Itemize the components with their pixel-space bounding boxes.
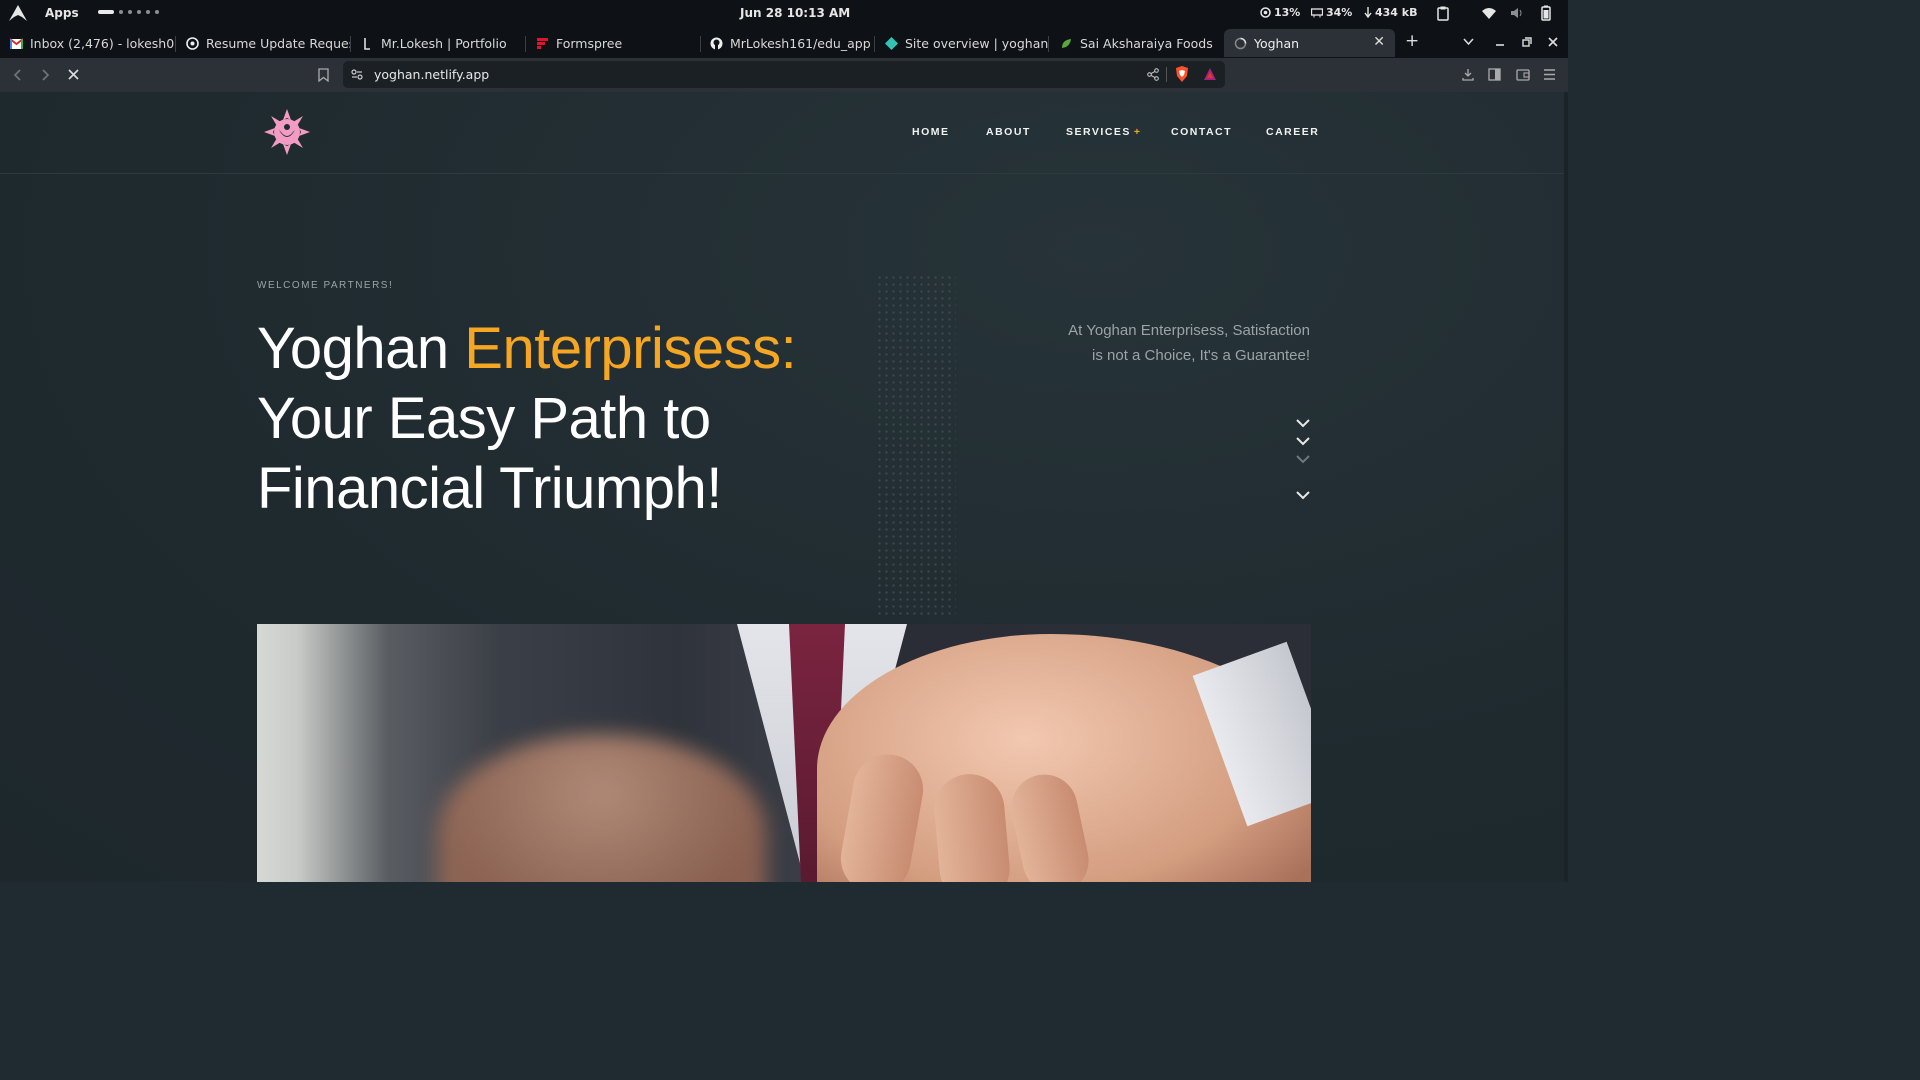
hero-heading-part2: Your Easy Path to Financial Triumph! (257, 386, 722, 521)
nav-career[interactable]: CAREER (1266, 126, 1319, 138)
brave-shield-icon[interactable] (1175, 66, 1189, 82)
tagline-line-2: is not a Choice, It's a Guarantee! (1092, 347, 1310, 364)
tab-search-chevron-icon[interactable] (1463, 38, 1474, 46)
hero-tagline: At Yoghan Enterprisess, Satisfaction is … (1000, 318, 1310, 368)
download-arrow-icon (1364, 7, 1372, 18)
tab-label: Sai Aksharaiya Foods (1080, 35, 1213, 51)
share-icon[interactable] (1147, 68, 1159, 81)
nav-services[interactable]: SERVICES + (1066, 126, 1142, 138)
nav-contact[interactable]: CONTACT (1171, 126, 1232, 138)
portfolio-icon (364, 37, 370, 50)
gmail-icon (10, 37, 23, 49)
hero-heading-part1: Yoghan (257, 316, 465, 381)
new-tab-icon[interactable]: + (1405, 31, 1419, 51)
maximize-icon[interactable] (1522, 37, 1532, 47)
apps-menu[interactable]: Apps (45, 6, 79, 20)
photo-left-hand (437, 734, 767, 882)
workspace-dot[interactable] (128, 10, 132, 14)
workspace-dot[interactable] (137, 10, 141, 14)
workspace-dot[interactable] (146, 10, 150, 14)
header-divider (0, 173, 1568, 174)
tab-label: Site overview | yoghan | N (905, 35, 1049, 51)
tab-yoghan[interactable]: Yoghan ✕ (1224, 29, 1395, 57)
close-tab-icon[interactable]: ✕ (1373, 34, 1385, 50)
forward-icon[interactable] (41, 69, 50, 81)
nav-services-label: SERVICES (1066, 126, 1131, 138)
welcome-eyebrow: WELCOME PARTNERS! (257, 280, 394, 291)
wallet-icon[interactable] (1516, 68, 1530, 81)
netlify-icon (885, 36, 898, 50)
volume-icon[interactable] (1509, 5, 1525, 21)
stop-loading-icon[interactable] (68, 69, 79, 80)
tab-label: Resume Update Request (206, 35, 351, 51)
cpu-value: 13% (1274, 6, 1301, 19)
tab-resume-update[interactable]: Resume Update Request (176, 29, 351, 57)
tab-formspree[interactable]: Formspree (526, 29, 701, 57)
system-top-bar: Apps Jun 28 10:13 AM 13% 34% 434 kB (0, 0, 1568, 26)
brave-rewards-icon[interactable] (1203, 67, 1217, 81)
url-bar-separator (1166, 67, 1167, 82)
tab-label: MrLokesh161/edu_app (730, 35, 871, 51)
network-value: 434 kB (1375, 6, 1418, 19)
memory-value: 34% (1326, 6, 1353, 19)
cpu-icon (1260, 7, 1271, 18)
workspace-dot[interactable] (98, 10, 114, 14)
close-window-icon[interactable] (1548, 37, 1558, 47)
site-settings-icon[interactable] (351, 69, 363, 80)
scroll-down-chevron-icon[interactable] (1296, 490, 1310, 500)
tab-label: Yoghan (1254, 35, 1300, 51)
menu-icon[interactable] (1543, 69, 1556, 80)
tab-separator (1048, 36, 1049, 52)
tab-gmail[interactable]: Inbox (2,476) - lokesh07 (0, 29, 176, 57)
hero-business-photo (257, 624, 1311, 882)
openai-icon (186, 36, 199, 50)
scroll-down-chevron-icon[interactable] (1296, 454, 1310, 464)
memory-usage: 34% (1311, 6, 1352, 19)
clipboard-icon[interactable] (1435, 5, 1451, 21)
hero-heading: Yoghan Enterprisess: Your Easy Path to F… (257, 314, 857, 524)
sidebar-icon[interactable] (1488, 68, 1501, 81)
yoghan-logo-icon[interactable] (263, 108, 311, 156)
wifi-icon[interactable] (1481, 5, 1497, 21)
web-page: HOME ABOUT SERVICES + CONTACT CAREER WELC… (0, 92, 1568, 882)
tab-label: Mr.Lokesh | Portfolio (381, 35, 507, 51)
memory-icon (1311, 7, 1323, 17)
tab-label: Inbox (2,476) - lokesh07 (30, 35, 176, 51)
nav-home[interactable]: HOME (912, 126, 950, 138)
browser-toolbar: yoghan.netlify.app (0, 58, 1568, 92)
nav-services-plus: + (1133, 126, 1142, 138)
bookmark-icon[interactable] (318, 68, 329, 82)
back-icon[interactable] (13, 69, 22, 81)
hero-heading-accent: Enterprisess: (464, 316, 797, 381)
tab-sai-aksharaiya[interactable]: Sai Aksharaiya Foods (1050, 29, 1224, 57)
url-text[interactable]: yoghan.netlify.app (374, 67, 489, 82)
workspace-indicator[interactable] (98, 10, 159, 14)
tab-github[interactable]: MrLokesh161/edu_app (700, 29, 875, 57)
clock[interactable]: Jun 28 10:13 AM (740, 6, 850, 20)
tab-netlify[interactable]: Site overview | yoghan | N (875, 29, 1049, 57)
minimize-icon[interactable] (1495, 37, 1505, 47)
scroll-down-chevron-icon[interactable] (1296, 436, 1310, 446)
downloads-icon[interactable] (1462, 68, 1474, 81)
tab-label: Formspree (556, 35, 623, 51)
nav-about[interactable]: ABOUT (986, 126, 1031, 138)
workspace-dot[interactable] (119, 10, 123, 14)
url-bar[interactable]: yoghan.netlify.app (343, 61, 1225, 88)
page-scrollbar[interactable] (1564, 92, 1568, 882)
tagline-line-1: At Yoghan Enterprisess, Satisfaction (1068, 322, 1310, 339)
cpu-usage: 13% (1260, 6, 1300, 19)
workspace-dot[interactable] (155, 10, 159, 14)
leaf-icon (1062, 38, 1071, 48)
arch-logo-icon[interactable] (9, 5, 27, 21)
scroll-down-chevron-icon[interactable] (1296, 418, 1310, 428)
tab-portfolio[interactable]: Mr.Lokesh | Portfolio (351, 29, 526, 57)
dot-pattern-decoration (876, 274, 956, 619)
battery-icon[interactable] (1538, 5, 1554, 21)
loading-icon (1234, 37, 1247, 49)
tab-strip: Inbox (2,476) - lokesh07 Resume Update R… (0, 26, 1568, 58)
network-speed: 434 kB (1364, 6, 1418, 19)
github-icon (710, 37, 723, 50)
formspree-icon (537, 37, 548, 49)
